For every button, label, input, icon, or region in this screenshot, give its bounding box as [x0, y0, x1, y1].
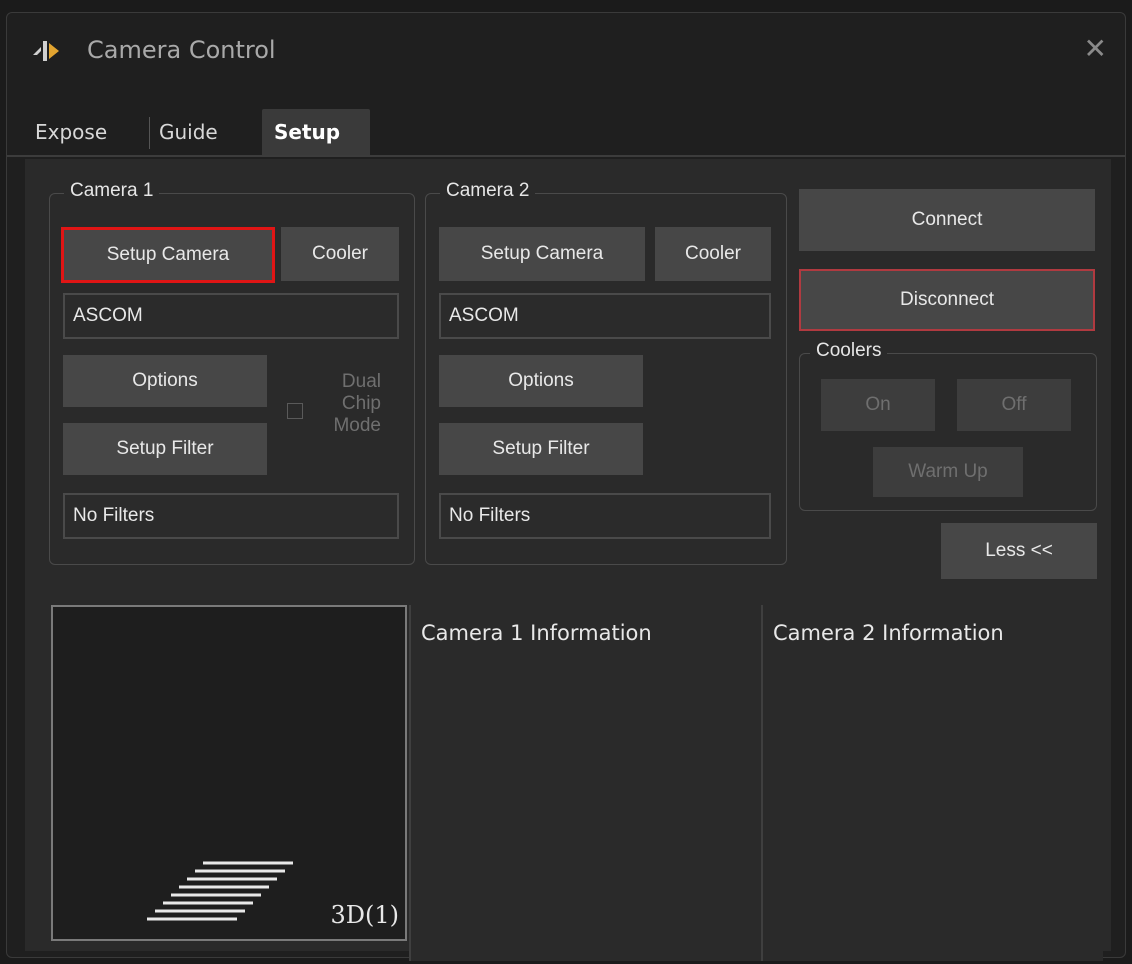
warm-up-button[interactable]: Warm Up — [873, 447, 1023, 497]
stacked-frames-icon — [147, 861, 293, 921]
preview-3d-label: 3D(1) — [330, 901, 399, 929]
camera1-legend: Camera 1 — [64, 180, 160, 202]
tab-guide[interactable]: Guide — [159, 109, 259, 155]
disconnect-button[interactable]: Disconnect — [799, 269, 1095, 331]
camera1-information-title: Camera 1 Information — [421, 621, 652, 645]
camera-preview-panel: 3D(1) — [51, 605, 407, 941]
tab-setup[interactable]: Setup — [262, 109, 370, 155]
camera1-filters-field[interactable]: No Filters — [63, 493, 399, 539]
connect-button[interactable]: Connect — [799, 189, 1095, 251]
tab-bar: Expose Guide Setup — [7, 109, 1125, 155]
setup-panel: Camera 1 Setup Camera Cooler ASCOM Optio… — [25, 159, 1111, 961]
coolers-off-button[interactable]: Off — [957, 379, 1071, 431]
tab-expose[interactable]: Expose — [35, 109, 147, 155]
dual-chip-mode-label: Dual Chip Mode — [301, 371, 381, 437]
camera2-setup-filter-button[interactable]: Setup Filter — [439, 423, 643, 475]
camera2-setup-camera-button[interactable]: Setup Camera — [439, 227, 645, 281]
less-button[interactable]: Less << — [941, 523, 1097, 579]
camera2-filters-field[interactable]: No Filters — [439, 493, 771, 539]
camera2-legend: Camera 2 — [440, 180, 536, 202]
camera1-setup-filter-button[interactable]: Setup Filter — [63, 423, 267, 475]
close-icon[interactable]: ✕ — [1084, 35, 1107, 63]
camera-control-window: Camera Control ✕ Expose Guide Setup Came… — [6, 12, 1126, 961]
camera1-setup-camera-button[interactable]: Setup Camera — [61, 227, 275, 283]
camera2-driver-field[interactable]: ASCOM — [439, 293, 771, 339]
camera1-options-button[interactable]: Options — [63, 355, 267, 407]
tab-separator — [149, 117, 150, 149]
coolers-on-button[interactable]: On — [821, 379, 935, 431]
coolers-legend: Coolers — [810, 340, 888, 362]
window-title: Camera Control — [87, 36, 276, 64]
title-bar: Camera Control ✕ — [7, 13, 1125, 91]
tab-divider — [7, 155, 1125, 157]
camera2-information-title: Camera 2 Information — [773, 621, 1004, 645]
camera1-driver-field[interactable]: ASCOM — [63, 293, 399, 339]
app-logo-icon — [33, 41, 59, 61]
camera2-information-panel: Camera 2 Information — [761, 605, 1103, 961]
dual-chip-line-3: Mode — [333, 415, 381, 436]
camera1-information-panel: Camera 1 Information — [409, 605, 761, 961]
dual-chip-line-1: Dual — [341, 371, 381, 392]
camera2-cooler-button[interactable]: Cooler — [655, 227, 771, 281]
camera2-options-button[interactable]: Options — [439, 355, 643, 407]
camera1-cooler-button[interactable]: Cooler — [281, 227, 399, 281]
dual-chip-line-2: Chip — [341, 393, 381, 414]
